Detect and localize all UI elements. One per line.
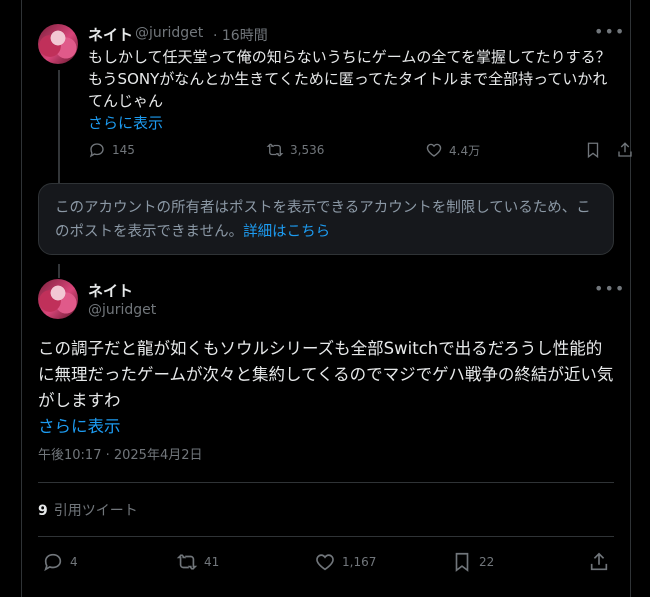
share-icon <box>590 552 608 571</box>
more-icon[interactable]: ••• <box>594 279 625 298</box>
like-icon <box>426 143 442 157</box>
tweet-actions: 4 41 1,167 22 <box>42 551 612 575</box>
post-timestamp[interactable]: 午後10:17 · 2025年4月2日 <box>38 444 203 463</box>
timeline-frame: ネイト @juridget · 16時間 ••• もしかして任天堂って俺の知らな… <box>21 0 632 597</box>
more-icon[interactable]: ••• <box>594 22 625 41</box>
divider <box>38 536 614 537</box>
retweet-count: 41 <box>204 555 220 569</box>
time-ago[interactable]: · 16時間 <box>213 25 268 45</box>
bookmark-icon <box>587 142 599 159</box>
reply-count: 145 <box>112 143 135 157</box>
reply-button[interactable]: 145 <box>88 141 135 159</box>
like-count: 1,167 <box>342 555 377 569</box>
like-button[interactable]: 4.4万 <box>425 141 480 159</box>
retweet-icon <box>176 554 198 570</box>
retweet-button[interactable]: 3,536 <box>266 141 324 159</box>
share-button[interactable] <box>588 551 616 573</box>
avatar[interactable] <box>38 24 78 64</box>
author-name[interactable]: ネイト <box>88 24 133 45</box>
reply-icon <box>89 143 104 158</box>
learn-more-link[interactable]: 詳細はこちら <box>243 224 330 240</box>
reply-count: 4 <box>70 555 78 569</box>
thread-line <box>58 264 60 278</box>
reply-icon <box>44 553 62 572</box>
retweet-count: 3,536 <box>290 143 325 157</box>
show-more-link[interactable]: さらに表示 <box>88 114 163 132</box>
author-handle[interactable]: @juridget <box>135 25 203 41</box>
tweet-text: もしかして任天堂って俺の知らないうちにゲームの全てを掌握してたりする？もうSON… <box>88 46 618 134</box>
retweet-button[interactable]: 41 <box>176 551 219 573</box>
thread-line <box>58 70 60 188</box>
retweet-icon <box>266 143 284 157</box>
avatar[interactable] <box>38 279 78 319</box>
tweet-body: この調子だと龍が如くもソウルシリーズも全部Switchで出るだろうし性能的に無理… <box>38 339 614 410</box>
quote-label: 引用ツイート <box>53 503 138 519</box>
share-icon <box>618 142 632 157</box>
quote-tweets-link[interactable]: 9 引用ツイート <box>38 500 138 520</box>
tweet-body: もしかして任天堂って俺の知らないうちにゲームの全てを掌握してたりする？もうSON… <box>88 48 611 110</box>
restricted-post-notice: このアカウントの所有者はポストを表示できるアカウントを制限しているため、このポス… <box>38 183 614 255</box>
bookmark-count: 22 <box>479 555 495 569</box>
bookmark-icon <box>455 552 469 572</box>
like-icon <box>316 554 334 571</box>
tweet-actions: 145 3,536 4.4万 <box>88 141 636 163</box>
bookmark-button[interactable] <box>584 141 608 159</box>
author-handle[interactable]: @juridget <box>88 302 156 318</box>
author-name[interactable]: ネイト <box>88 280 133 301</box>
like-count: 4.4万 <box>449 143 481 158</box>
reply-button[interactable]: 4 <box>42 551 78 573</box>
share-button[interactable] <box>616 141 640 159</box>
tweet-text: この調子だと龍が如くもソウルシリーズも全部Switchで出るだろうし性能的に無理… <box>38 336 618 440</box>
like-button[interactable]: 1,167 <box>314 551 376 573</box>
show-more-link[interactable]: さらに表示 <box>38 417 121 436</box>
bookmark-button[interactable]: 22 <box>451 551 494 573</box>
divider <box>38 482 614 483</box>
quote-count: 9 <box>38 503 48 519</box>
